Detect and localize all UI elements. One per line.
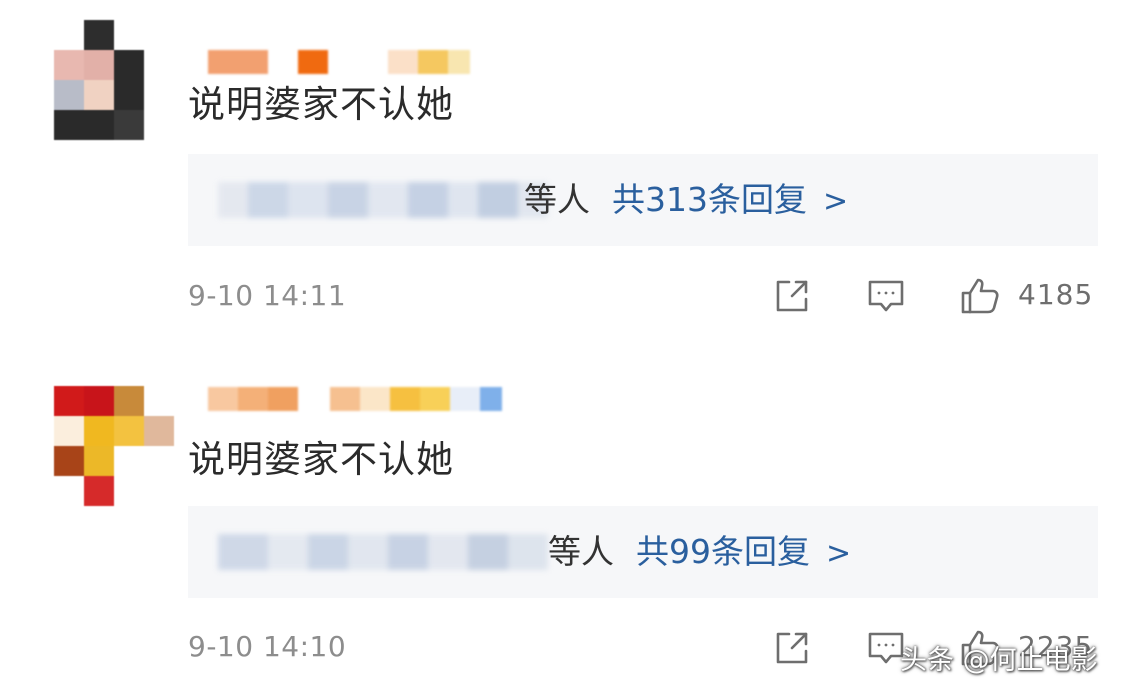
comment-item: 说明婆家不认她 等人 共313条回复 > 9-10 14:11 4185 — [0, 0, 1128, 346]
comment-text: 说明婆家不认她 — [188, 438, 454, 481]
avatar[interactable] — [54, 20, 174, 140]
share-icon[interactable] — [772, 628, 812, 668]
watermark: 头条 @何止电影 — [900, 645, 1098, 676]
comment-icon[interactable] — [866, 276, 906, 316]
blurred-reply-names — [218, 182, 548, 218]
reply-prefix: 等人 — [548, 532, 614, 571]
blurred-reply-names — [218, 534, 548, 570]
comment-feed: 说明婆家不认她 等人 共313条回复 > 9-10 14:11 4185 说明婆… — [0, 0, 1128, 692]
comment-text: 说明婆家不认她 — [188, 83, 454, 126]
chevron-right-icon: > — [826, 536, 852, 571]
like-count: 4185 — [1018, 278, 1094, 311]
username[interactable] — [208, 387, 502, 411]
timestamp: 9-10 14:11 — [188, 279, 347, 312]
share-icon[interactable] — [772, 276, 812, 316]
username[interactable] — [208, 50, 470, 74]
reply-summary-box[interactable]: 等人 共313条回复 > — [188, 154, 1098, 246]
reply-summary[interactable]: 等人 共313条回复 > — [524, 182, 848, 220]
reply-summary[interactable]: 等人 共99条回复 > — [548, 534, 851, 572]
action-bar: 4185 — [770, 272, 1110, 316]
reply-count-link[interactable]: 共99条回复 — [636, 532, 810, 571]
timestamp: 9-10 14:10 — [188, 630, 347, 663]
reply-prefix: 等人 — [524, 180, 590, 219]
reply-count-link[interactable]: 共313条回复 — [612, 180, 807, 219]
reply-summary-box[interactable]: 等人 共99条回复 > — [188, 506, 1098, 598]
thumbs-up-icon[interactable] — [960, 276, 1000, 316]
avatar[interactable] — [54, 386, 174, 506]
chevron-right-icon: > — [823, 184, 849, 219]
